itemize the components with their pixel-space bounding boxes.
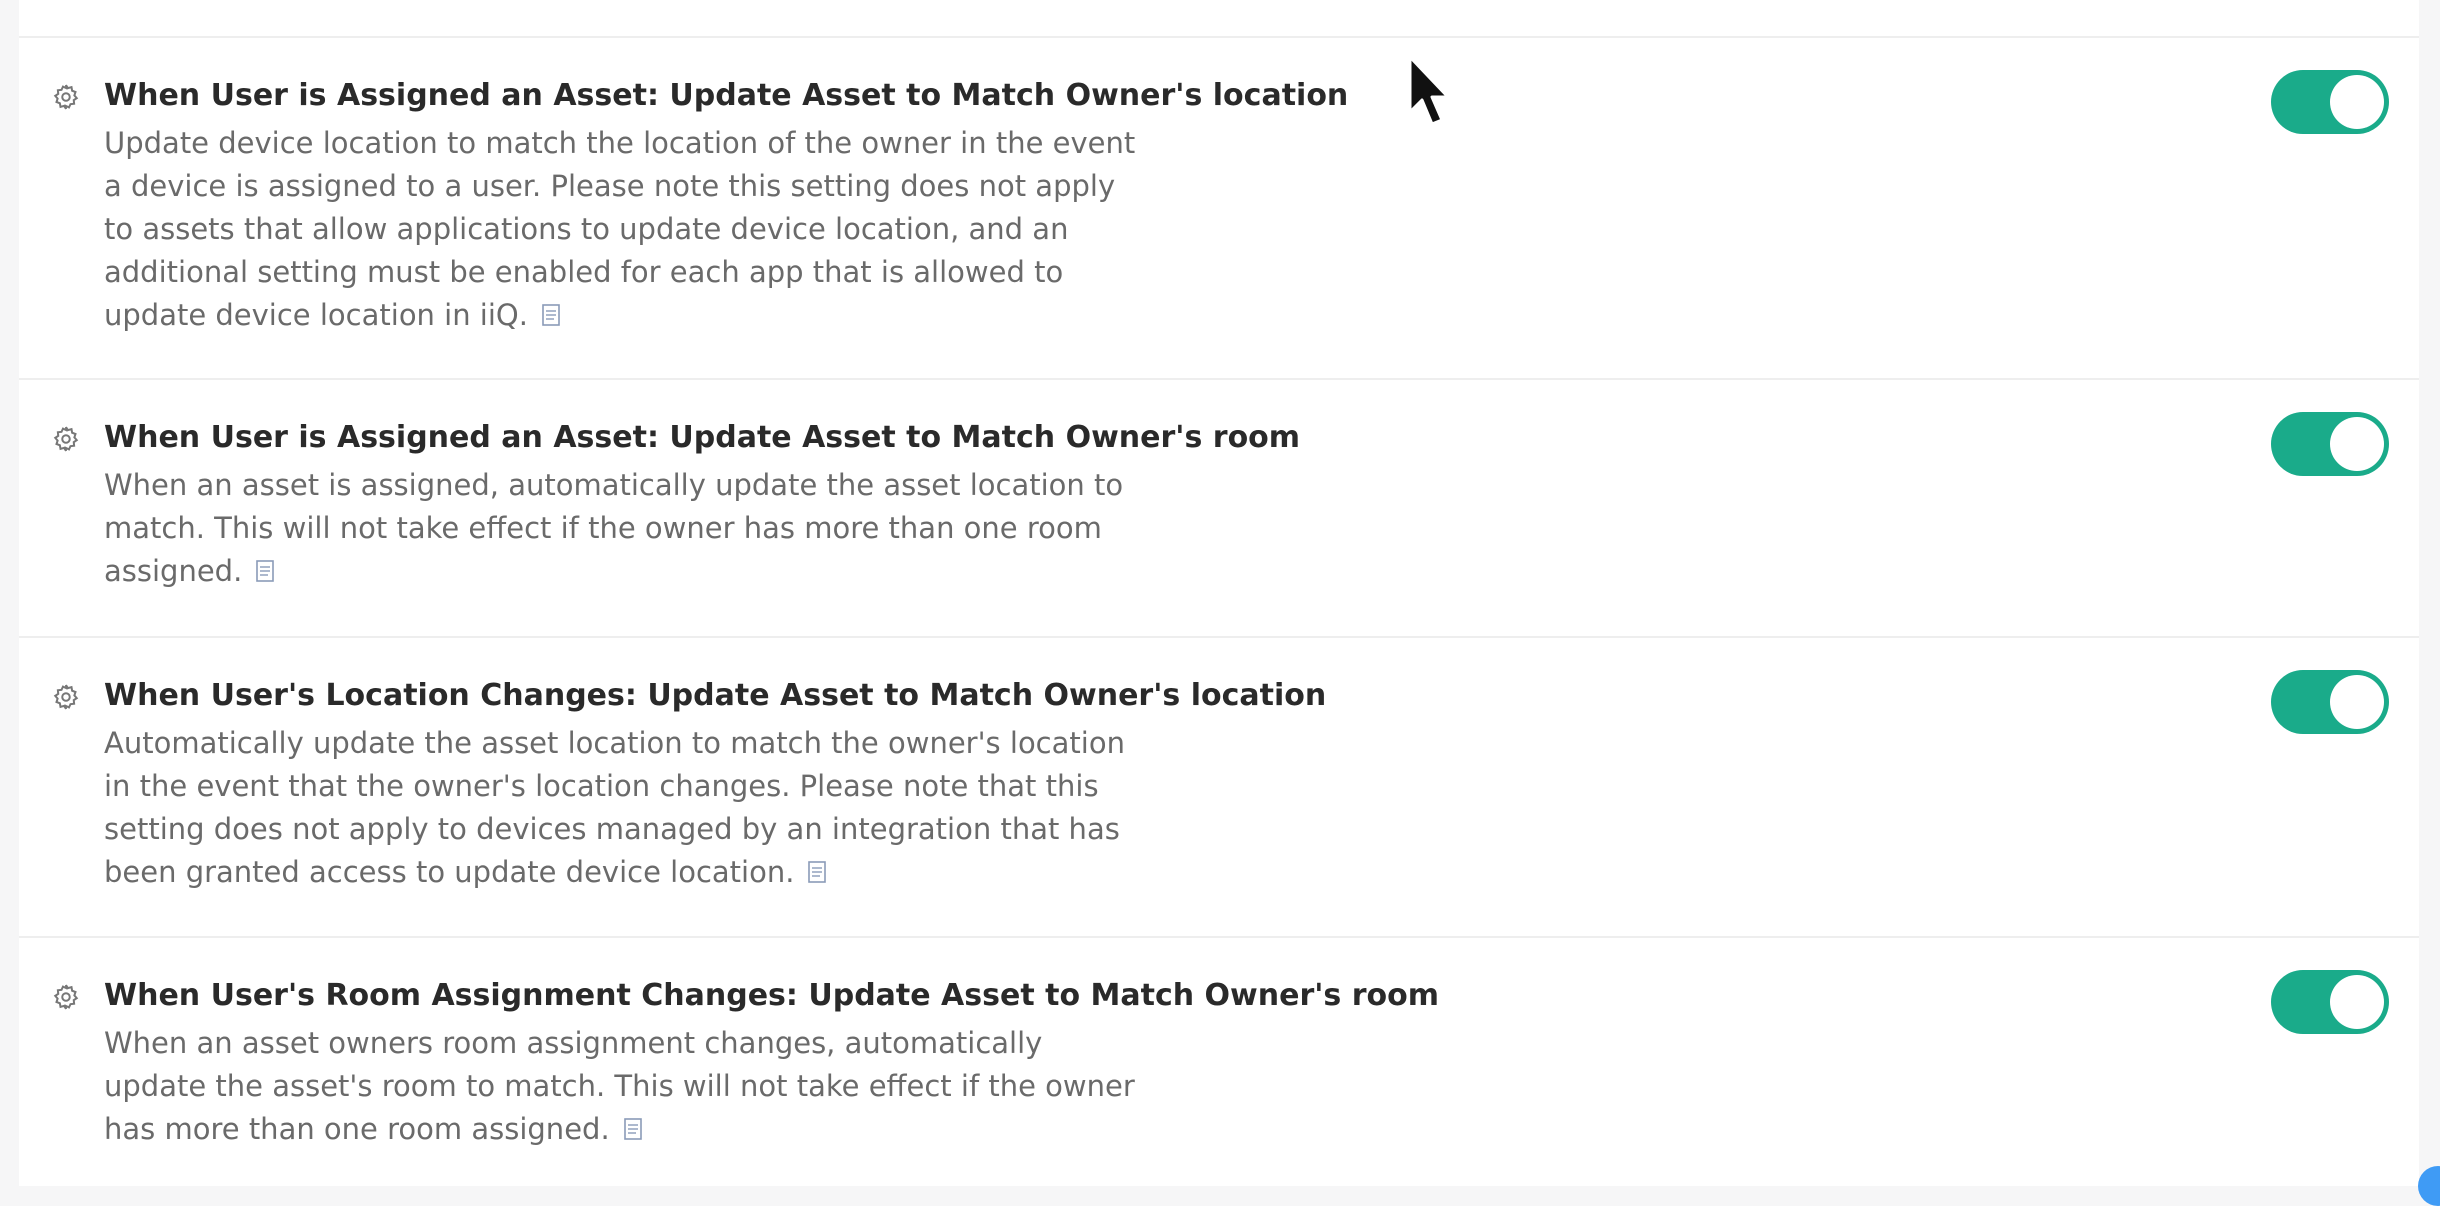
mouse-cursor-icon [1406,54,1452,128]
setting-toggle[interactable] [2271,970,2389,1034]
setting-description: Automatically update the asset location … [104,722,1144,894]
setting-toggle[interactable] [2271,412,2389,476]
setting-description-text: Automatically update the asset location … [104,726,1125,889]
note-icon[interactable] [622,1117,644,1141]
setting-description: When an asset is assigned, automatically… [104,464,1144,593]
note-icon[interactable] [806,860,828,884]
gear-icon[interactable] [51,82,81,112]
setting-row-room-assignment-changes: When User's Room Assignment Changes: Upd… [19,938,2419,1186]
note-icon[interactable] [540,303,562,327]
note-icon[interactable] [254,559,276,583]
setting-description: When an asset owners room assignment cha… [104,1022,1144,1151]
setting-row-assigned-location: When User is Assigned an Asset: Update A… [19,38,2419,378]
settings-panel: When User is Assigned an Asset: Update A… [19,0,2419,1186]
setting-title: When User is Assigned an Asset: Update A… [104,420,1301,455]
toggle-knob [2330,417,2384,471]
chat-widget-button[interactable] [2418,1166,2440,1206]
gear-icon[interactable] [51,982,81,1012]
setting-description-text: When an asset owners room assignment cha… [104,1026,1135,1146]
setting-row-location-changes: When User's Location Changes: Update Ass… [19,638,2419,936]
setting-title: When User is Assigned an Asset: Update A… [104,78,1349,113]
toggle-knob [2330,975,2384,1029]
gear-icon[interactable] [51,682,81,712]
setting-description: Update device location to match the loca… [104,122,1144,337]
gear-icon[interactable] [51,424,81,454]
setting-title: When User's Room Assignment Changes: Upd… [104,978,1439,1013]
setting-toggle[interactable] [2271,670,2389,734]
toggle-knob [2330,675,2384,729]
setting-description-text: Update device location to match the loca… [104,126,1136,332]
toggle-knob [2330,75,2384,129]
setting-title: When User's Location Changes: Update Ass… [104,678,1327,713]
setting-row-assigned-room: When User is Assigned an Asset: Update A… [19,380,2419,636]
setting-toggle[interactable] [2271,70,2389,134]
